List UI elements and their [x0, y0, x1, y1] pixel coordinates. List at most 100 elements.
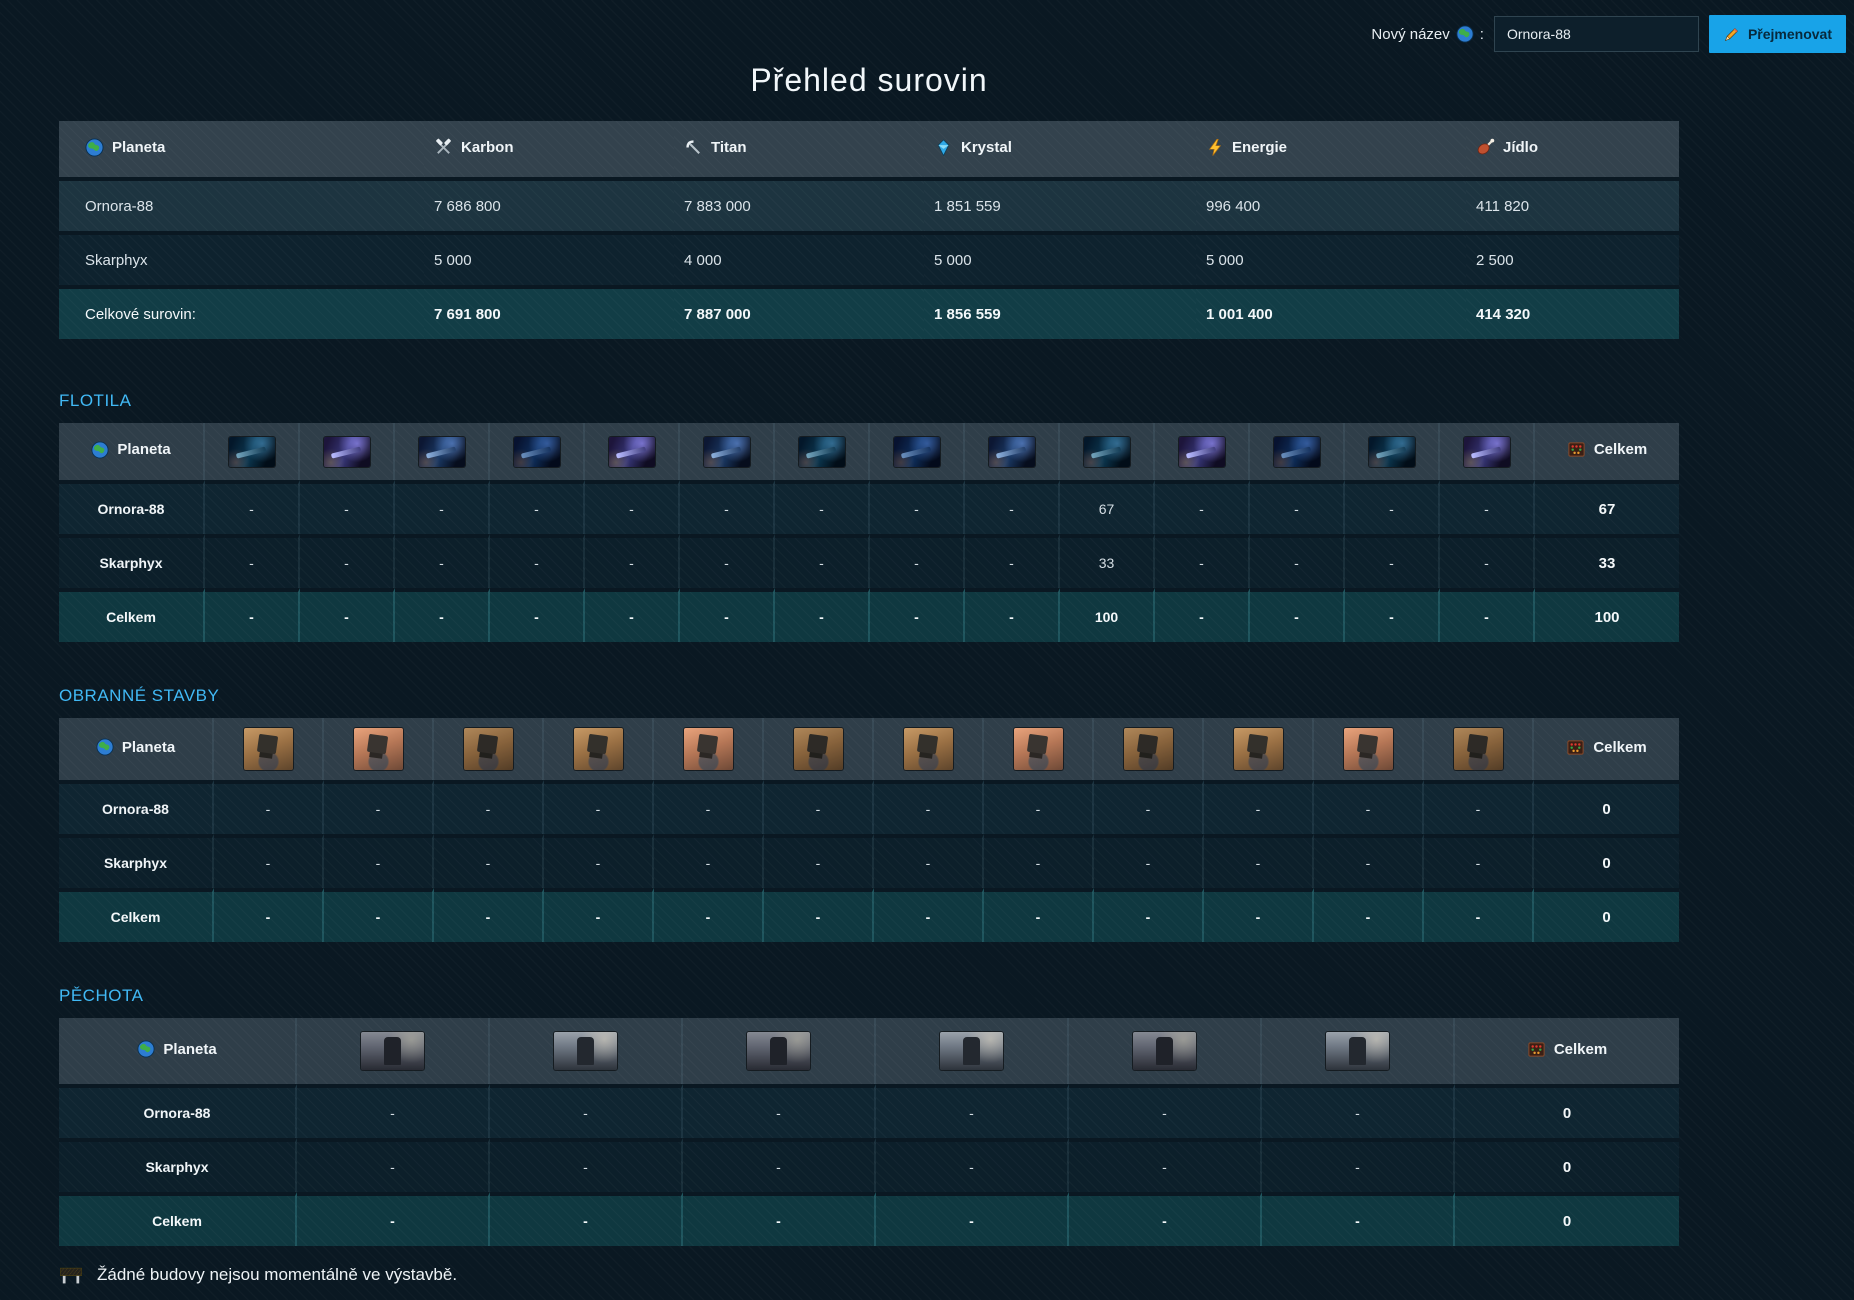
unit-count: -: [205, 480, 300, 534]
ship-column-7: [775, 423, 870, 480]
planet-name: Ornora-88: [59, 480, 205, 534]
planet-name-input[interactable]: [1494, 16, 1699, 52]
unit-total: -: [324, 888, 434, 942]
unit-total: -: [214, 888, 324, 942]
unit-count: -: [775, 534, 870, 588]
unit-count: -: [1094, 780, 1204, 834]
defense-row-skarphyx: Skarphyx - - - - - - - - - - - - 0: [59, 834, 1679, 888]
unit-total: -: [775, 588, 870, 642]
unit-count: -: [965, 480, 1060, 534]
energie-icon: [1206, 138, 1224, 157]
defense-5-thumbnail: [684, 728, 733, 770]
resources-header-karbon: Karbon: [424, 121, 674, 177]
ship-3-thumbnail: [419, 437, 465, 467]
defense-7-thumbnail: [904, 728, 953, 770]
unit-count: -: [775, 480, 870, 534]
resources-row-ornora: Ornora-88 7 686 800 7 883 000 1 851 559 …: [59, 177, 1679, 231]
ship-9-thumbnail: [989, 437, 1035, 467]
defense-4-thumbnail: [574, 728, 623, 770]
unit-total: -: [1440, 588, 1535, 642]
unit-count: -: [870, 480, 965, 534]
unit-count: -: [324, 834, 434, 888]
ship-column-5: [585, 423, 680, 480]
rename-button[interactable]: Přejmenovat: [1709, 15, 1846, 53]
unit-count: -: [214, 780, 324, 834]
pencil-icon: [1723, 26, 1740, 43]
page-title: Přehled surovin: [59, 62, 1679, 99]
unit-total: -: [1262, 1192, 1455, 1246]
infantry-4-thumbnail: [940, 1032, 1003, 1070]
unit-count: -: [324, 780, 434, 834]
unit-total: -: [1345, 588, 1440, 642]
unit-total: -: [300, 588, 395, 642]
defense-10-thumbnail: [1234, 728, 1283, 770]
ship-5-thumbnail: [609, 437, 655, 467]
unit-count: -: [683, 1138, 876, 1192]
energie-value: 5 000: [1196, 231, 1466, 285]
grand-total: 0: [1534, 888, 1679, 942]
unit-count: -: [1155, 480, 1250, 534]
karbon-value: 5 000: [424, 231, 674, 285]
fleet-header-total: Celkem: [1535, 423, 1679, 480]
defense-3-thumbnail: [464, 728, 513, 770]
titan-value: 4 000: [674, 231, 924, 285]
defense-column-10: [1204, 718, 1314, 780]
unit-total: -: [1314, 888, 1424, 942]
unit-count: -: [1155, 534, 1250, 588]
resources-header-row: Planeta Karbon: [59, 121, 1679, 177]
defense-column-4: [544, 718, 654, 780]
ship-column-1: [205, 423, 300, 480]
abacus-icon: [1566, 738, 1585, 757]
rename-label: Nový název :: [1371, 25, 1484, 43]
unit-count: -: [870, 534, 965, 588]
resources-header-energie: Energie: [1196, 121, 1466, 177]
planet-name: Skarphyx: [59, 1138, 297, 1192]
unit-count: -: [984, 834, 1094, 888]
planet-icon: [1456, 25, 1474, 43]
ship-11-thumbnail: [1179, 437, 1225, 467]
fleet-table: Planeta: [59, 423, 1679, 642]
jidlo-value: 2 500: [1466, 231, 1679, 285]
unit-count: -: [764, 834, 874, 888]
defense-column-11: [1314, 718, 1424, 780]
infantry-column-4: [876, 1018, 1069, 1084]
ship-7-thumbnail: [799, 437, 845, 467]
total-label: Celkové surovin:: [59, 285, 424, 339]
defense-header-total: Celkem: [1534, 718, 1679, 780]
unit-count: -: [585, 534, 680, 588]
infantry-header-total-label: Celkem: [1554, 1041, 1607, 1058]
unit-count: -: [874, 780, 984, 834]
unit-count: -: [1424, 834, 1534, 888]
defense-9-thumbnail: [1124, 728, 1173, 770]
infantry-header-planet-label: Planeta: [163, 1041, 216, 1058]
unit-count: -: [214, 834, 324, 888]
defense-11-thumbnail: [1344, 728, 1393, 770]
ship-column-3: [395, 423, 490, 480]
defense-total-row: Celkem - - - - - - - - - - - - 0: [59, 888, 1679, 942]
unit-count: -: [300, 480, 395, 534]
unit-count: -: [1345, 480, 1440, 534]
fleet-section-title: FLOTILA: [59, 391, 1679, 411]
unit-count: -: [395, 534, 490, 588]
defense-8-thumbnail: [1014, 728, 1063, 770]
infantry-total-row: Celkem - - - - - - 0: [59, 1192, 1679, 1246]
ship-column-6: [680, 423, 775, 480]
unit-total: -: [297, 1192, 490, 1246]
unit-total: -: [680, 588, 775, 642]
energie-total: 1 001 400: [1196, 285, 1466, 339]
unit-count: -: [544, 780, 654, 834]
rename-label-colon: :: [1480, 26, 1484, 43]
unit-count: -: [876, 1138, 1069, 1192]
titan-total: 7 887 000: [674, 285, 924, 339]
unit-total: -: [585, 588, 680, 642]
row-total: 33: [1535, 534, 1679, 588]
unit-total: -: [490, 588, 585, 642]
planet-name: Ornora-88: [59, 177, 424, 231]
titan-icon: [684, 138, 703, 157]
energie-value: 996 400: [1196, 177, 1466, 231]
unit-total: -: [876, 1192, 1069, 1246]
unit-count: -: [434, 780, 544, 834]
resources-header-energie-label: Energie: [1232, 139, 1287, 156]
ship-14-thumbnail: [1464, 437, 1510, 467]
krystal-value: 1 851 559: [924, 177, 1196, 231]
